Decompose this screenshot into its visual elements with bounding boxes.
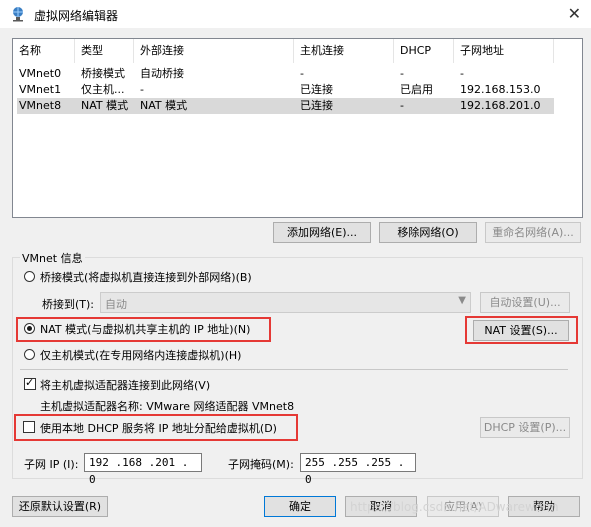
ok-button[interactable]: 确定 — [264, 496, 336, 517]
table-row[interactable]: VMnet1 仅主机... - 已连接 已启用 192.168.153.0 — [17, 82, 554, 98]
vmnet-info-label: VMnet 信息 — [20, 250, 85, 266]
table-cell: - — [140, 83, 144, 96]
hostonly-radio[interactable] — [24, 349, 35, 360]
table-cell: 仅主机... — [81, 83, 125, 96]
table-cell: 桥接模式 — [81, 67, 125, 80]
column-header[interactable]: 类型 — [75, 39, 134, 63]
subnet-mask-field[interactable]: 255 .255 .255 . 0 — [300, 453, 416, 486]
table-cell: 已连接 — [300, 99, 333, 112]
table-cell: 已启用 — [400, 83, 433, 96]
table-cell: NAT 模式 — [81, 99, 129, 112]
nat-settings-button[interactable]: NAT 设置(S)... — [473, 320, 569, 341]
network-globe-icon — [13, 7, 23, 22]
chevron-down-icon: ▼ — [458, 295, 466, 306]
dhcp-checkbox[interactable] — [23, 421, 35, 433]
table-cell: 192.168.201.0 — [460, 99, 541, 112]
divider — [20, 369, 568, 370]
bridge-to-label: 桥接到(T): — [42, 298, 95, 311]
table-cell: 192.168.153.0 — [460, 83, 541, 96]
column-header[interactable]: 主机连接 — [294, 39, 394, 63]
subnet-ip-field[interactable]: 192 .168 .201 . 0 — [84, 453, 202, 486]
list-header: 名称 类型 外部连接 主机连接 DHCP 子网地址 — [13, 39, 582, 63]
connect-adapter-checkbox[interactable] — [24, 376, 36, 390]
nat-radio[interactable] — [24, 323, 35, 334]
subnet-mask-label: 子网掩码(M): — [228, 458, 294, 471]
dhcp-settings-button[interactable]: DHCP 设置(P)... — [480, 417, 570, 438]
hostonly-label: 仅主机模式(在专用网络内连接虚拟机)(H) — [40, 349, 242, 362]
vmnet-info-group — [12, 257, 583, 479]
nat-label: NAT 模式(与虚拟机共享主机的 IP 地址)(N) — [40, 323, 251, 336]
bridged-label: 桥接模式(将虚拟机直接连接到外部网络)(B) — [40, 271, 252, 284]
table-cell: - — [300, 67, 304, 80]
column-header[interactable]: DHCP — [394, 39, 454, 63]
watermark: https://blog.csdn.net/ADwareworm — [350, 500, 559, 514]
table-row[interactable]: VMnet0 桥接模式 自动桥接 - - - — [17, 66, 554, 82]
table-cell: VMnet0 — [19, 67, 62, 80]
table-cell: - — [400, 99, 404, 112]
column-header[interactable]: 子网地址 — [454, 39, 554, 63]
table-cell: NAT 模式 — [140, 99, 188, 112]
bridge-to-value: 自动 — [105, 298, 127, 311]
network-list[interactable]: 名称 类型 外部连接 主机连接 DHCP 子网地址 VMnet0 桥接模式 自动… — [12, 38, 583, 218]
add-network-button[interactable]: 添加网络(E)... — [273, 222, 371, 243]
table-cell: VMnet8 — [19, 99, 62, 112]
bridged-radio[interactable] — [24, 271, 35, 282]
auto-settings-button[interactable]: 自动设置(U)... — [480, 292, 570, 313]
table-row-selected[interactable]: VMnet8 NAT 模式 NAT 模式 已连接 - 192.168.201.0 — [17, 98, 554, 114]
restore-defaults-button[interactable]: 还原默认设置(R) — [12, 496, 108, 517]
table-cell: - — [400, 67, 404, 80]
table-cell: VMnet1 — [19, 83, 62, 96]
title-bar: 虚拟网络编辑器 ✕ — [0, 0, 591, 28]
table-cell: - — [460, 67, 464, 80]
column-header[interactable]: 外部连接 — [134, 39, 294, 63]
table-cell: 已连接 — [300, 83, 333, 96]
dhcp-label: 使用本地 DHCP 服务将 IP 地址分配给虚拟机(D) — [40, 422, 277, 435]
adapter-name-label: 主机虚拟适配器名称: VMware 网络适配器 VMnet8 — [40, 400, 295, 413]
table-cell: 自动桥接 — [140, 67, 184, 80]
remove-network-button[interactable]: 移除网络(O) — [379, 222, 477, 243]
window-title: 虚拟网络编辑器 — [34, 9, 119, 23]
rename-network-button[interactable]: 重命名网络(A)... — [485, 222, 581, 243]
subnet-ip-label: 子网 IP (I): — [24, 458, 79, 471]
bridge-to-select[interactable]: 自动 ▼ — [100, 292, 471, 313]
close-icon[interactable]: ✕ — [568, 4, 581, 23]
column-header[interactable]: 名称 — [13, 39, 75, 63]
connect-adapter-label: 将主机虚拟适配器连接到此网络(V) — [40, 379, 211, 392]
